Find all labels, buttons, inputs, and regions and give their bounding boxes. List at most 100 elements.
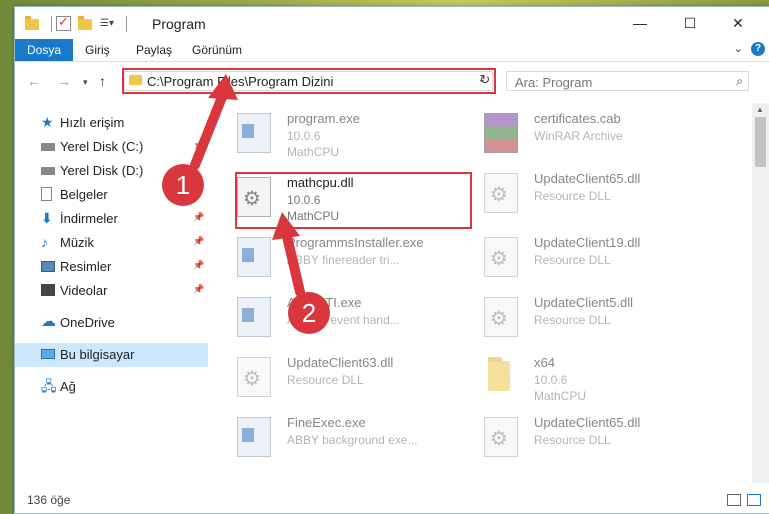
sidebar-item-downloads[interactable]: ⬇ İndirmeler 📌 xyxy=(15,207,208,231)
file-name: certificates.cab xyxy=(534,111,621,126)
minimize-button[interactable]: — xyxy=(617,7,663,39)
file-item[interactable]: certificates.cab WinRAR Archive xyxy=(458,107,698,165)
sidebar-item-label: Belgeler xyxy=(60,187,108,202)
file-name: FineExec.exe xyxy=(287,415,366,430)
explorer-window: ☰▾ Program — ☐ ✕ Dosya Giriş Paylaş Görü… xyxy=(14,6,769,514)
file-item[interactable]: AbbySTI.exe ABBYS event hand... xyxy=(211,291,451,349)
maximize-button[interactable]: ☐ xyxy=(667,7,713,39)
exe-file-icon xyxy=(237,237,271,277)
ribbon-tabs: Dosya Giriş Paylaş Görünüm ⌄ ? xyxy=(15,39,769,62)
address-highlight-box xyxy=(122,68,496,94)
file-item[interactable]: UpdateClient65.dll Resource DLL xyxy=(458,411,698,469)
help-icon[interactable]: ? xyxy=(751,42,765,56)
sidebar-item-label: Yerel Disk (D:) xyxy=(60,163,144,178)
dll-file-icon xyxy=(484,237,518,277)
file-list: program.exe 10.0.6 MathCPU certificates.… xyxy=(211,103,743,483)
sidebar-item-label: Ağ xyxy=(60,379,76,394)
file-detail: Resource DLL xyxy=(534,313,611,327)
file-item[interactable]: program.exe 10.0.6 MathCPU xyxy=(211,107,451,165)
file-item[interactable]: UpdateClient65.dll Resource DLL xyxy=(458,167,698,225)
navigation-bar: ← → ▾ ↑ C:\Program Files\Program Dizini … xyxy=(15,63,769,99)
pin-icon[interactable]: 📌 xyxy=(193,260,204,271)
sidebar-item-label: OneDrive xyxy=(60,315,115,330)
large-icons-view-icon[interactable] xyxy=(747,494,761,506)
file-name: UpdateClient19.dll xyxy=(534,235,641,250)
file-item[interactable]: ProgrammsInstaller.exe ABBY finereader t… xyxy=(211,231,451,289)
tab-view[interactable]: Görünüm xyxy=(182,39,252,61)
file-detail: MathCPU xyxy=(534,389,587,403)
navigation-pane: ★ Hızlı erişim Yerel Disk (C:) 📌 Yerel D… xyxy=(15,103,209,483)
sidebar-item-label: Videolar xyxy=(60,283,108,298)
file-item[interactable]: FineExec.exe ABBY background exe... xyxy=(211,411,451,469)
callout-1: 1 xyxy=(162,164,204,206)
customize-toolbar-icon[interactable]: ☰▾ xyxy=(100,16,116,32)
rar-archive-icon xyxy=(484,113,518,153)
tab-file[interactable]: Dosya xyxy=(15,39,73,61)
file-detail: Resource DLL xyxy=(534,433,611,447)
toolbar-separator xyxy=(51,16,52,32)
sidebar-item-label: İndirmeler xyxy=(60,211,118,226)
sidebar-item-local-disk-c[interactable]: Yerel Disk (C:) 📌 xyxy=(15,135,208,159)
scrollbar-thumb[interactable] xyxy=(755,117,766,167)
exe-file-icon xyxy=(237,297,271,337)
toolbar-separator xyxy=(126,16,127,32)
folder-icon xyxy=(488,357,510,391)
dll-file-icon xyxy=(237,357,271,397)
back-arrow-icon[interactable]: ← xyxy=(27,73,41,89)
file-name: UpdateClient65.dll xyxy=(534,415,641,430)
sidebar-item-label: Müzik xyxy=(60,235,94,250)
file-name: program.exe xyxy=(287,111,360,126)
star-icon: ★ xyxy=(41,114,54,130)
disk-icon xyxy=(41,163,55,177)
file-detail: WinRAR Archive xyxy=(534,129,623,143)
recent-locations-chevron-icon[interactable]: ▾ xyxy=(83,77,88,88)
dll-file-icon xyxy=(484,297,518,337)
callout-2: 2 xyxy=(288,292,330,334)
sidebar-item-label: Yerel Disk (C:) xyxy=(60,139,144,154)
tab-home[interactable]: Giriş xyxy=(75,39,120,61)
quick-access-toolbar: ☰▾ xyxy=(25,14,131,32)
file-detail: Resource DLL xyxy=(287,373,364,387)
close-button[interactable]: ✕ xyxy=(715,7,761,39)
file-name: UpdateClient65.dll xyxy=(534,171,641,186)
file-detail: ABBY finereader tri... xyxy=(287,253,400,267)
download-icon: ⬇ xyxy=(41,210,53,226)
file-item[interactable]: UpdateClient19.dll Resource DLL xyxy=(458,231,698,289)
network-icon: 🖧 xyxy=(41,378,57,394)
file-item[interactable]: UpdateClient63.dll Resource DLL xyxy=(211,351,451,409)
file-name: ProgrammsInstaller.exe xyxy=(287,235,424,250)
new-folder-icon[interactable] xyxy=(78,16,94,32)
pin-icon[interactable]: 📌 xyxy=(193,140,204,151)
file-name: UpdateClient63.dll xyxy=(287,355,394,370)
expand-ribbon-icon[interactable]: ⌄ xyxy=(734,42,743,55)
vertical-scrollbar[interactable]: ▲ xyxy=(752,103,769,483)
details-view-icon[interactable] xyxy=(727,494,741,506)
pin-icon[interactable]: 📌 xyxy=(193,212,204,223)
search-input[interactable] xyxy=(513,74,717,91)
sidebar-item-network[interactable]: 🖧 Ağ xyxy=(15,375,208,399)
sidebar-item-pictures[interactable]: Resimler 📌 xyxy=(15,255,208,279)
exe-file-icon xyxy=(237,417,271,457)
sidebar-item-onedrive[interactable]: ☁ OneDrive xyxy=(15,311,208,335)
scroll-up-icon[interactable]: ▲ xyxy=(756,105,764,114)
videos-icon xyxy=(41,283,55,297)
disk-icon xyxy=(41,139,55,153)
pin-icon[interactable]: 📌 xyxy=(193,236,204,247)
pin-icon[interactable]: 📌 xyxy=(193,284,204,295)
sidebar-item-quick-access[interactable]: ★ Hızlı erişim xyxy=(15,111,208,135)
file-item[interactable]: x64 10.0.6 MathCPU xyxy=(458,351,698,409)
search-box[interactable]: ⌕ xyxy=(506,71,749,91)
forward-arrow-icon[interactable]: → xyxy=(57,73,71,89)
file-item[interactable]: UpdateClient5.dll Resource DLL xyxy=(458,291,698,349)
sidebar-item-this-pc[interactable]: Bu bilgisayar xyxy=(15,343,208,367)
sidebar-item-music[interactable]: ♪ Müzik 📌 xyxy=(15,231,208,255)
up-arrow-icon[interactable]: ↑ xyxy=(99,73,106,89)
search-icon[interactable]: ⌕ xyxy=(736,74,743,89)
tab-share[interactable]: Paylaş xyxy=(126,39,182,61)
music-icon: ♪ xyxy=(41,234,48,250)
properties-check-icon[interactable] xyxy=(56,14,72,32)
sidebar-item-label: Bu bilgisayar xyxy=(60,347,135,362)
file-detail: MathCPU xyxy=(287,145,340,159)
item-count: 136 öğe xyxy=(27,493,71,507)
sidebar-item-videos[interactable]: Videolar 📌 xyxy=(15,279,208,303)
